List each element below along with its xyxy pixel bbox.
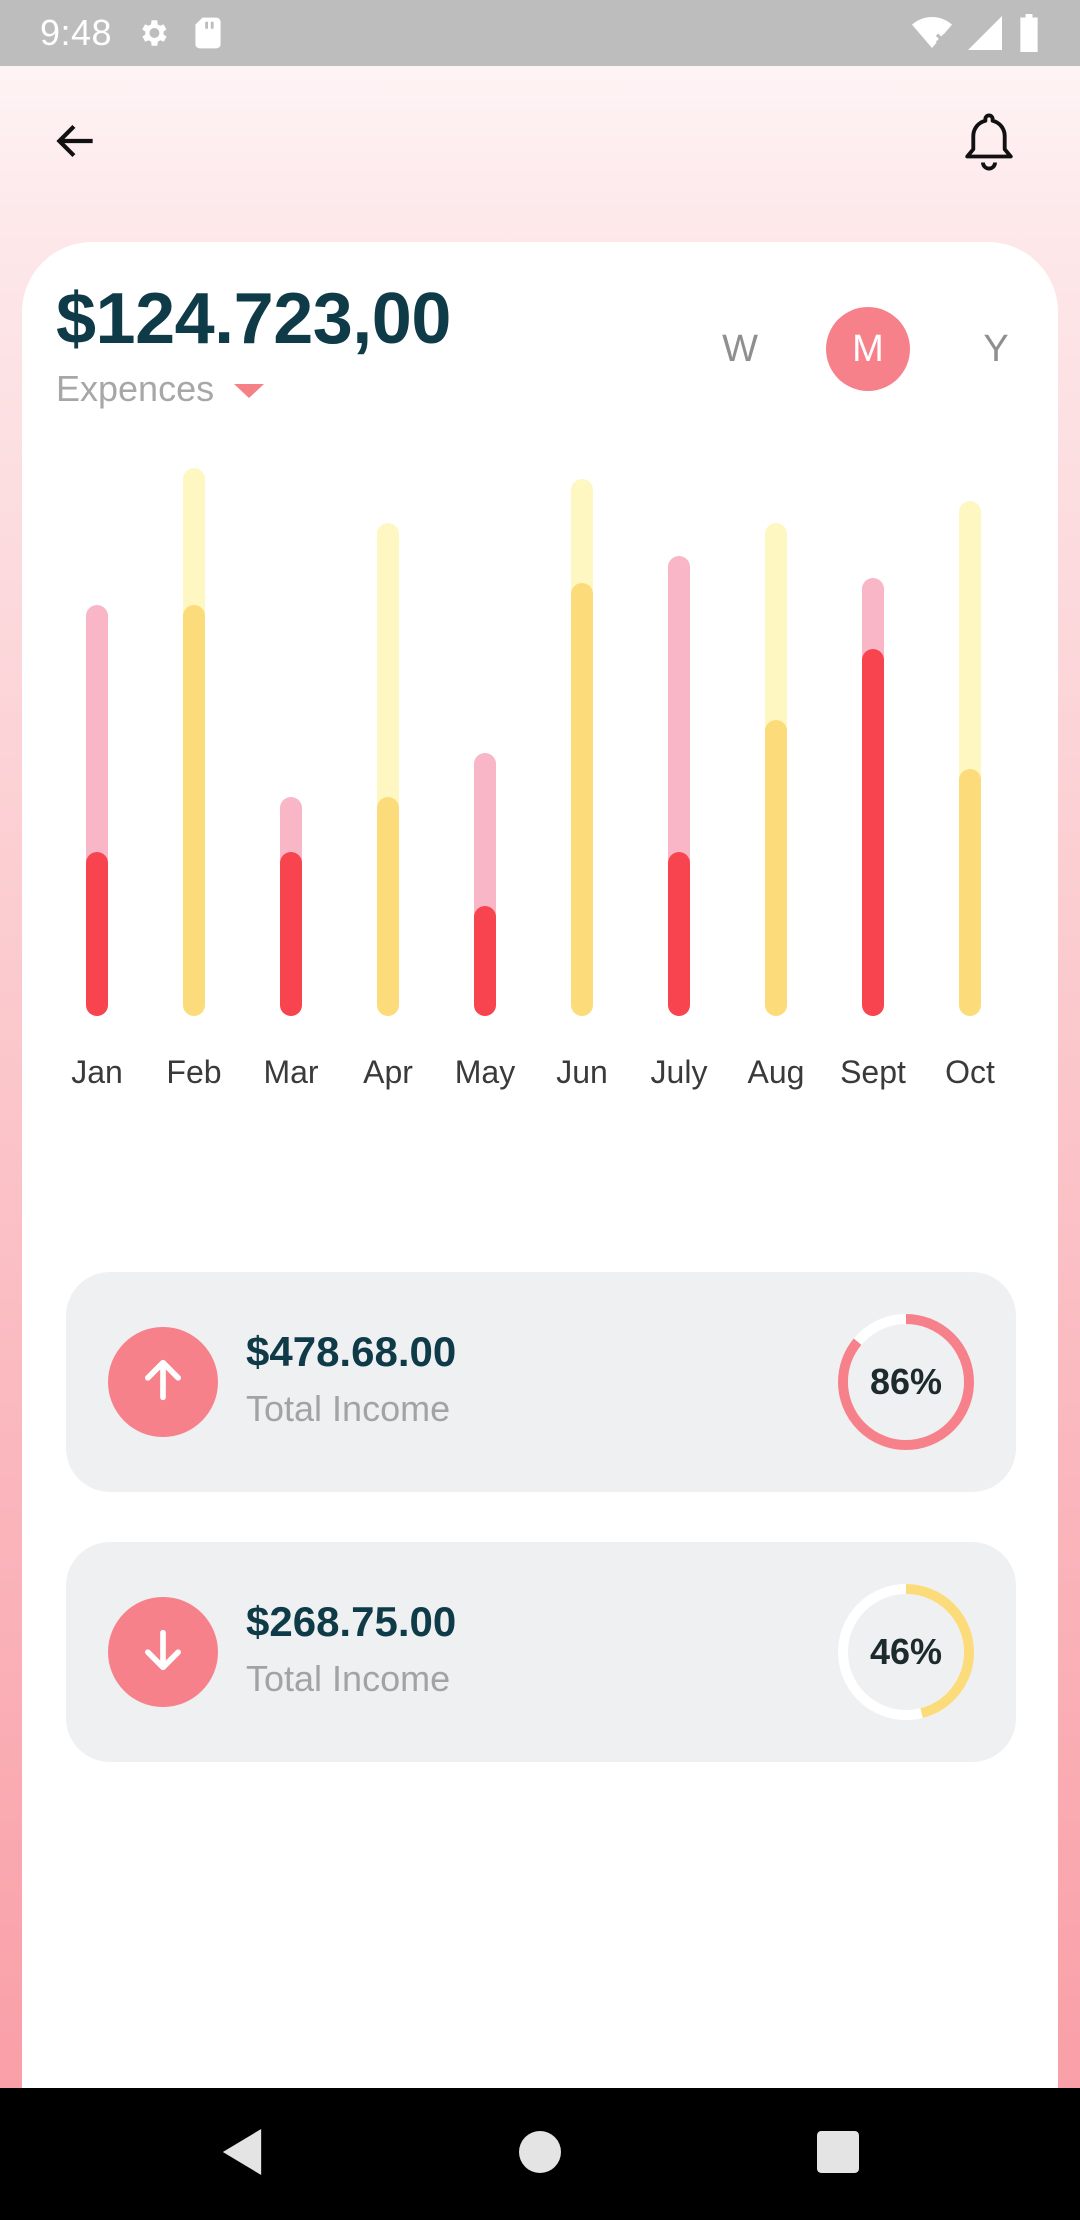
bar-group: Sept <box>828 466 918 1166</box>
bar-group: Jan <box>52 466 142 1166</box>
nav-home-button[interactable] <box>510 2124 570 2184</box>
back-triangle-icon <box>222 2128 262 2180</box>
bar-fill <box>571 583 593 1016</box>
month-label: Feb <box>166 1054 222 1090</box>
bar-fill <box>183 605 205 1016</box>
second-income-label: Total Income <box>246 1658 451 1699</box>
notification-button[interactable] <box>954 106 1024 182</box>
expense-indicator <box>108 1597 218 1707</box>
bar-group: Feb <box>149 466 239 1166</box>
bar-group: Oct <box>925 466 1015 1166</box>
home-circle-icon <box>519 2130 561 2178</box>
month-label: Sept <box>840 1054 906 1090</box>
bar-fill <box>377 796 399 1016</box>
month-label: Oct <box>945 1054 995 1090</box>
system-nav-bar <box>0 2088 1080 2220</box>
arrow-up-icon <box>137 1354 189 1411</box>
month-label: Apr <box>363 1054 413 1090</box>
top-app-bar <box>0 66 1080 216</box>
recents-square-icon <box>817 2130 859 2178</box>
arrow-left-icon <box>51 116 101 171</box>
total-amount: $124.723,00 <box>56 279 451 359</box>
period-week[interactable]: W <box>698 307 782 391</box>
nav-recents-button[interactable] <box>808 2124 868 2184</box>
month-label: Mar <box>263 1054 319 1090</box>
settings-icon <box>136 16 170 50</box>
income-label: Total Income <box>246 1388 451 1429</box>
bar-fill <box>862 648 884 1016</box>
bar-group: Aug <box>731 466 821 1166</box>
category-label: Expences <box>56 368 215 409</box>
arrow-down-icon <box>137 1624 189 1681</box>
second-percent: 46% <box>869 1631 943 1672</box>
status-bar: 9:48 <box>0 0 1080 66</box>
bar-fill <box>474 906 496 1016</box>
month-label: Aug <box>747 1054 805 1090</box>
period-year[interactable]: Y <box>954 307 1038 391</box>
income-indicator <box>108 1327 218 1437</box>
bar-fill <box>668 851 690 1016</box>
income-card[interactable]: $478.68.00 Total Income 86% <box>66 1272 1016 1492</box>
month-label: Jan <box>71 1054 123 1090</box>
bell-icon <box>960 110 1018 179</box>
bar-fill <box>959 769 981 1016</box>
bar-fill <box>86 851 108 1016</box>
signal-icon <box>968 16 1002 50</box>
bar-group: May <box>440 466 530 1166</box>
period-toggle: W M Y <box>698 307 1038 391</box>
back-button[interactable] <box>44 111 108 175</box>
income-value: $478.68.00 <box>246 1328 457 1375</box>
bar-group: Mar <box>246 466 336 1166</box>
category-dropdown[interactable]: Expences <box>56 368 265 410</box>
status-time: 9:48 <box>40 12 113 53</box>
income-percent: 86% <box>869 1361 943 1402</box>
month-label: July <box>650 1054 708 1090</box>
caret-down-icon <box>234 384 265 398</box>
period-month[interactable]: M <box>826 307 910 391</box>
bar-group: July <box>634 466 724 1166</box>
sd-card-icon <box>194 16 222 50</box>
wifi-icon <box>912 16 952 50</box>
bar-group: Jun <box>537 466 627 1166</box>
expenses-bar-chart: Jan Feb Mar Apr May Jun July Aug Sept Oct <box>22 466 1058 1166</box>
bar-group: Apr <box>343 466 433 1166</box>
month-label: May <box>454 1054 516 1090</box>
expenses-card: $124.723,00 Expences W M Y Jan Feb Mar Apr M… <box>22 242 1058 2092</box>
second-income-value: $268.75.00 <box>246 1598 457 1645</box>
bar-fill <box>280 851 302 1016</box>
nav-back-button[interactable] <box>212 2124 272 2184</box>
month-label: Jun <box>556 1054 608 1090</box>
bar-fill <box>765 720 787 1016</box>
battery-icon <box>1018 14 1040 52</box>
second-income-card[interactable]: $268.75.00 Total Income 46% <box>66 1542 1016 1762</box>
